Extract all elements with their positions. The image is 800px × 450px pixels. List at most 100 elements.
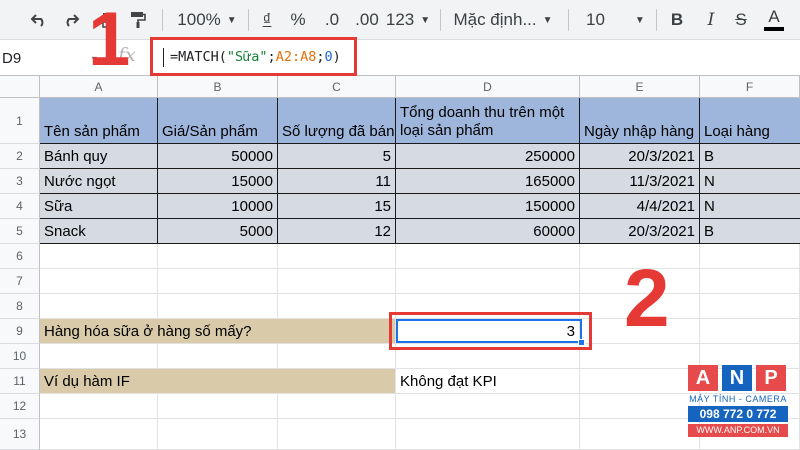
row-header-6[interactable]: 6 — [0, 244, 40, 269]
row-header-4[interactable]: 4 — [0, 194, 40, 219]
table-cell[interactable]: 12 — [278, 219, 396, 244]
font-family-select[interactable]: Mặc định... ▼ — [448, 0, 558, 40]
table-cell[interactable]: Bánh quy — [40, 144, 158, 169]
empty-cell[interactable] — [580, 419, 700, 450]
row-header-12[interactable]: 12 — [0, 394, 40, 419]
empty-cell[interactable] — [40, 269, 158, 294]
empty-cell[interactable] — [40, 244, 158, 269]
empty-cell[interactable] — [158, 394, 278, 419]
table-cell[interactable]: 15000 — [158, 169, 278, 194]
table-cell[interactable]: 60000 — [396, 219, 580, 244]
header-cell-product-name[interactable]: Tên sản phẩm — [40, 98, 158, 144]
empty-cell[interactable] — [700, 269, 800, 294]
empty-cell[interactable] — [40, 344, 158, 369]
column-header-f[interactable]: F — [700, 76, 800, 98]
empty-cell[interactable] — [700, 244, 800, 269]
strikethrough-button[interactable]: S — [730, 0, 752, 40]
table-cell[interactable]: 20/3/2021 — [580, 219, 700, 244]
empty-cell[interactable] — [40, 419, 158, 450]
empty-cell[interactable] — [278, 244, 396, 269]
percent-format-button[interactable]: % — [287, 0, 309, 40]
column-header-c[interactable]: C — [278, 76, 396, 98]
empty-cell[interactable] — [278, 419, 396, 450]
table-cell[interactable]: Nước ngọt — [40, 169, 158, 194]
bold-button[interactable]: B — [666, 0, 688, 40]
table-cell[interactable]: B — [700, 144, 800, 169]
currency-format-button[interactable]: ₫ — [256, 0, 278, 40]
empty-cell[interactable] — [396, 269, 580, 294]
empty-cell[interactable] — [278, 344, 396, 369]
table-cell[interactable]: 150000 — [396, 194, 580, 219]
decrease-decimal-button[interactable]: .0 — [318, 0, 346, 40]
row-header-2[interactable]: 2 — [0, 144, 40, 169]
if-example-label-cell[interactable]: Ví dụ hàm IF — [40, 369, 396, 394]
font-size-select[interactable]: 10 ▼ — [576, 0, 646, 40]
empty-cell[interactable] — [700, 319, 800, 344]
empty-cell[interactable] — [158, 419, 278, 450]
table-cell[interactable]: B — [700, 219, 800, 244]
empty-cell[interactable] — [40, 394, 158, 419]
header-cell-price[interactable]: Giá/Sản phẩm — [158, 98, 278, 144]
table-cell[interactable]: 20/3/2021 — [580, 144, 700, 169]
table-cell[interactable]: 15 — [278, 194, 396, 219]
column-header-d[interactable]: D — [396, 76, 580, 98]
header-cell-category[interactable]: Loại hàng — [700, 98, 800, 144]
table-cell[interactable]: 5000 — [158, 219, 278, 244]
toolbar-separator — [440, 9, 441, 31]
empty-cell[interactable] — [158, 294, 278, 319]
column-header-e[interactable]: E — [580, 76, 700, 98]
table-cell[interactable]: 11 — [278, 169, 396, 194]
chevron-down-icon: ▼ — [634, 14, 645, 26]
header-cell-import-date[interactable]: Ngày nhập hàng — [580, 98, 700, 144]
empty-cell[interactable] — [158, 344, 278, 369]
empty-cell[interactable] — [278, 294, 396, 319]
empty-cell[interactable] — [580, 394, 700, 419]
logo-letter: N — [722, 365, 752, 391]
row-header-5[interactable]: 5 — [0, 219, 40, 244]
table-cell[interactable]: 250000 — [396, 144, 580, 169]
table-cell[interactable]: 10000 — [158, 194, 278, 219]
if-result-cell[interactable]: Không đạt KPI — [396, 369, 580, 394]
table-cell[interactable]: 165000 — [396, 169, 580, 194]
table-cell[interactable]: N — [700, 194, 800, 219]
empty-cell[interactable] — [396, 394, 580, 419]
empty-cell[interactable] — [278, 394, 396, 419]
empty-cell[interactable] — [40, 294, 158, 319]
italic-button[interactable]: I — [700, 0, 722, 40]
empty-cell[interactable] — [580, 369, 700, 394]
empty-cell[interactable] — [278, 269, 396, 294]
row-header-10[interactable]: 10 — [0, 344, 40, 369]
increase-decimal-button[interactable]: .00 — [350, 0, 384, 40]
column-header-b[interactable]: B — [158, 76, 278, 98]
header-cell-total-revenue[interactable]: Tổng doanh thu trên một loại sản phẩm — [396, 98, 580, 144]
empty-cell[interactable] — [158, 269, 278, 294]
text-color-button[interactable]: A — [762, 0, 786, 40]
table-cell[interactable]: 11/3/2021 — [580, 169, 700, 194]
row-header-1[interactable]: 1 — [0, 98, 40, 144]
number-format-select[interactable]: 123 ▼ — [384, 0, 432, 40]
empty-cell[interactable] — [158, 244, 278, 269]
table-cell[interactable]: 50000 — [158, 144, 278, 169]
undo-icon[interactable] — [26, 0, 52, 40]
row-header-8[interactable]: 8 — [0, 294, 40, 319]
table-cell[interactable]: 4/4/2021 — [580, 194, 700, 219]
logo-subtitle: MÁY TÍNH - CAMERA — [689, 394, 787, 404]
empty-cell[interactable] — [396, 419, 580, 450]
table-cell[interactable]: N — [700, 169, 800, 194]
table-cell[interactable]: Sữa — [40, 194, 158, 219]
redo-icon[interactable] — [58, 0, 84, 40]
table-cell[interactable]: 5 — [278, 144, 396, 169]
header-cell-quantity[interactable]: Số lượng đã bán — [278, 98, 396, 144]
empty-cell[interactable] — [396, 244, 580, 269]
row-header-9[interactable]: 9 — [0, 319, 40, 344]
row-header-11[interactable]: 11 — [0, 369, 40, 394]
empty-cell[interactable] — [580, 344, 700, 369]
question-label-cell[interactable]: Hàng hóa sữa ở hàng số mấy? — [40, 319, 396, 344]
row-header-3[interactable]: 3 — [0, 169, 40, 194]
select-all-corner[interactable] — [0, 76, 40, 98]
empty-cell[interactable] — [700, 294, 800, 319]
zoom-select[interactable]: 100% ▼ — [172, 0, 242, 40]
table-cell[interactable]: Snack — [40, 219, 158, 244]
row-header-13[interactable]: 13 — [0, 419, 40, 450]
row-header-7[interactable]: 7 — [0, 269, 40, 294]
